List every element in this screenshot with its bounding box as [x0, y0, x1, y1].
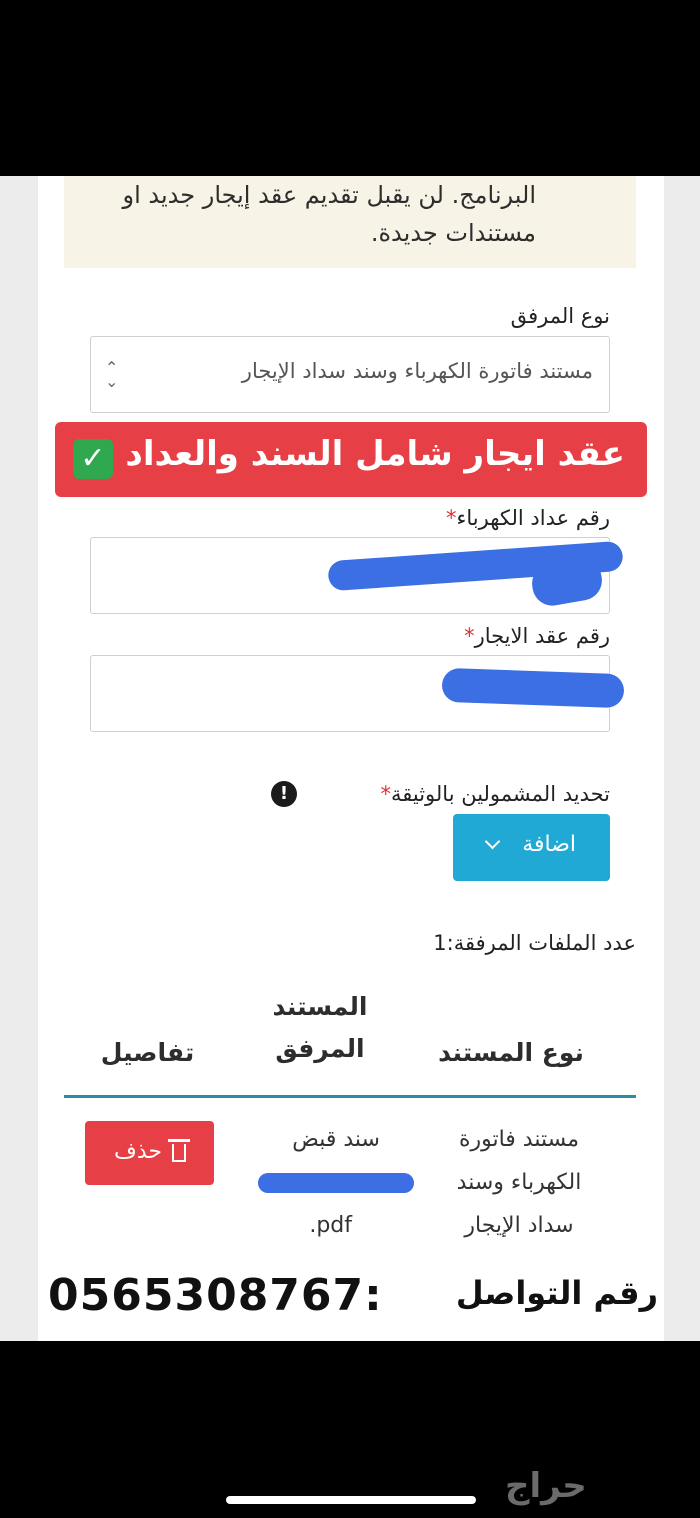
notice-box: البرنامج. لن يقبل تقديم عقد إيجار جديد ا… [64, 176, 636, 268]
table-header-details: تفاصيل [100, 1038, 195, 1067]
attachment-type-selected: مستند فاتورة الكهرباء وسند سداد الإيجار [241, 359, 593, 383]
required-mark: * [446, 506, 457, 530]
table-header-attached-doc: المستند المرفق [272, 992, 368, 1063]
home-indicator[interactable] [226, 1496, 476, 1504]
app-screen: البرنامج. لن يقبل تقديم عقد إيجار جديد ا… [0, 176, 700, 1341]
attachment-type-label: نوع المرفق [510, 304, 610, 328]
notice-text: البرنامج. لن يقبل تقديم عقد إيجار جديد ا… [122, 181, 537, 247]
top-black-area [0, 0, 700, 176]
overlay-banner: عقد ايجار شامل السند والعداد ✓ [55, 422, 647, 497]
contact-label: رقم التواصل [455, 1273, 659, 1313]
trash-icon [168, 1139, 190, 1163]
lease-number-label: رقم عقد الايجار* [464, 624, 610, 648]
redaction-scribble [258, 1173, 414, 1193]
redaction-scribble [441, 667, 625, 709]
table-header-rule [64, 1095, 636, 1098]
delete-button[interactable]: حذف [85, 1121, 214, 1185]
beneficiaries-label-text: تحديد المشمولين بالوثيقة [390, 782, 610, 806]
meter-number-label-text: رقم عداد الكهرباء [456, 506, 610, 530]
delete-button-label: حذف [114, 1139, 162, 1164]
required-mark: * [464, 624, 475, 648]
table-cell-attached-ext: .pdf [309, 1213, 352, 1238]
bottom-black-area [0, 1341, 700, 1518]
table-cell-attached-doc[interactable]: سند قبض [260, 1118, 380, 1161]
check-mark-icon: ✓ [73, 439, 113, 479]
add-button-label: اضافة [522, 832, 576, 857]
attachment-type-select[interactable]: مستند فاتورة الكهرباء وسند سداد الإيجار … [90, 336, 610, 413]
select-updown-icon: ⌃ ⌄ [105, 358, 119, 391]
files-count: عدد الملفات المرفقة:1 [433, 931, 636, 955]
table-cell-doc-type: مستند فاتورة الكهرباء وسند سداد الإيجار [456, 1127, 582, 1238]
banner-text: عقد ايجار شامل السند والعداد [125, 434, 625, 474]
beneficiaries-label: تحديد المشمولين بالوثيقة* [380, 782, 610, 806]
table-header-doc-type: نوع المستند [438, 1038, 584, 1067]
chevron-down-icon [484, 833, 501, 850]
add-button[interactable]: اضافة [453, 814, 610, 881]
meter-number-label: رقم عداد الكهرباء* [446, 506, 610, 530]
haraj-watermark: حراج [505, 1466, 587, 1506]
required-mark: * [380, 782, 391, 806]
info-icon[interactable]: ! [271, 781, 297, 807]
contact-overlay: 0565308767: رقم التواصل [47, 1268, 659, 1328]
lease-number-label-text: رقم عقد الايجار [474, 624, 610, 648]
contact-number: 0565308767: [47, 1269, 384, 1323]
